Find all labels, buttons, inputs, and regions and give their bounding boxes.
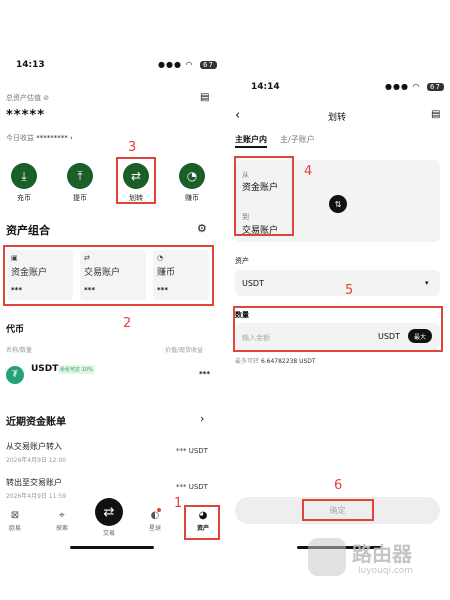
tab-home[interactable]: ⊠ 欧易 [0, 510, 30, 532]
today-pnl[interactable]: 今日收益 ********* › [6, 133, 73, 143]
annotation-3: 3 [128, 140, 137, 155]
column-price-pnl: 价值/现货收益 [165, 347, 204, 354]
swap-icon: ⇅ [334, 199, 342, 209]
trade-button[interactable]: ⇄ [95, 498, 123, 526]
status-time: 14:13 [16, 60, 45, 70]
trade-arrows-icon: ⇄ [103, 504, 115, 520]
status-time: 14:14 [251, 82, 280, 92]
wifi-icon: ◠ [412, 82, 421, 91]
column-name-qty: 名称/数量 [6, 347, 33, 354]
recent-bills-title: 近期资金账单 [6, 417, 66, 428]
watermark: 路由器 luyouqi.com [308, 532, 448, 598]
withdraw-button[interactable]: ⤒ [67, 163, 93, 189]
annotation-box-5 [233, 306, 443, 352]
portfolio-title: 资产组合 [6, 224, 50, 237]
asset-label: 资产 [235, 257, 249, 265]
coin-value: *** [199, 370, 210, 378]
wifi-icon: ◠ [185, 60, 194, 69]
tab-trade-label: 交易 [103, 530, 116, 537]
bill-amount: *** USDT [176, 447, 208, 455]
chevron-right-icon[interactable]: › [200, 412, 204, 425]
annotation-box-3 [116, 157, 156, 204]
swap-accounts-button[interactable]: ⇅ [329, 195, 347, 213]
annotation-box-2 [3, 245, 214, 306]
eye-hidden-icon[interactable]: ⊘ [43, 94, 49, 102]
annotation-box-6 [302, 499, 374, 521]
watermark-title: 路由器 [352, 542, 412, 566]
history-icon[interactable]: ▤ [200, 92, 209, 103]
usdt-coin-icon: ₮ [6, 366, 24, 384]
asset-screen: 14:13 ●●● ◠ 67 总资产估值 ⊘ ▤ ***** 今日收益 ****… [0, 0, 225, 600]
earn-label: 赚币 [185, 194, 199, 202]
tab-planet[interactable]: ◐ 星球 [140, 510, 170, 532]
coin-symbol[interactable]: USDT [31, 364, 58, 374]
annotation-1: 1 [174, 496, 183, 511]
bill-row[interactable]: 从交易账户转入 2026年4月9日 12:00 [6, 441, 66, 464]
earn-button[interactable]: ◔ [179, 163, 205, 189]
deposit-button[interactable]: ⤓ [11, 163, 37, 189]
annotation-4: 4 [304, 164, 313, 179]
signal-icon: ●●● [158, 60, 182, 69]
tab-explore[interactable]: ⌖ 探索 [47, 510, 77, 532]
available-amount: 最多可转 6.64782238 USDT [235, 358, 316, 365]
battery-icon: 67 [427, 83, 444, 91]
chevron-right-icon: › [69, 134, 73, 142]
status-icons: ●●● ◠ 67 [385, 82, 444, 91]
tab-underline [235, 146, 267, 148]
annotation-5: 5 [345, 283, 354, 298]
status-icons: ●●● ◠ 67 [158, 60, 217, 69]
history-icon[interactable]: ▤ [431, 109, 440, 120]
tab-main-account[interactable]: 主账户内 [235, 134, 267, 145]
signal-icon: ●●● [385, 82, 409, 91]
tab-sub-account[interactable]: 主/子账户 [280, 134, 315, 145]
battery-icon: 67 [200, 61, 217, 69]
transfer-screen: 14:14 ●●● ◠ 67 ‹ 划转 ▤ 主账户内 主/子账户 从 资金账户 … [225, 0, 450, 600]
back-arrow-icon[interactable]: ‹ [235, 108, 240, 123]
settings-sliders-icon[interactable]: ⚙ [197, 222, 207, 235]
annotation-box-1 [184, 505, 220, 540]
withdraw-icon: ⤒ [77, 168, 83, 183]
planet-icon: ◐ [150, 510, 160, 521]
total-assets-label: 总资产估值 ⊘ [6, 94, 50, 102]
home-indicator [70, 546, 154, 549]
asset-value: USDT [242, 279, 264, 288]
annotation-box-4 [234, 156, 294, 236]
okx-logo-icon: ⊠ [10, 510, 20, 521]
notification-dot [157, 508, 161, 512]
asset-select[interactable] [235, 270, 440, 296]
total-assets-value: ***** [6, 108, 45, 123]
earn-icon: ◔ [186, 169, 198, 183]
coin-section-title: 代币 [6, 325, 25, 335]
compass-icon: ⌖ [59, 510, 65, 521]
bill-row[interactable]: 转出至交易账户 2026年4月9日 11:59 [6, 477, 66, 500]
deposit-label: 充币 [17, 194, 31, 202]
bill-amount: *** USDT [176, 483, 208, 491]
page-title: 划转 [328, 113, 347, 123]
annotation-6: 6 [334, 478, 343, 493]
withdraw-label: 提币 [73, 194, 87, 202]
watermark-domain: luyouqi.com [358, 566, 414, 576]
deposit-icon: ⤓ [21, 168, 27, 183]
yield-badge: 余化可达 10% [58, 365, 95, 374]
dropdown-caret-icon: ▾ [425, 279, 429, 287]
annotation-2: 2 [123, 316, 132, 331]
watermark-logo-icon [308, 538, 346, 576]
